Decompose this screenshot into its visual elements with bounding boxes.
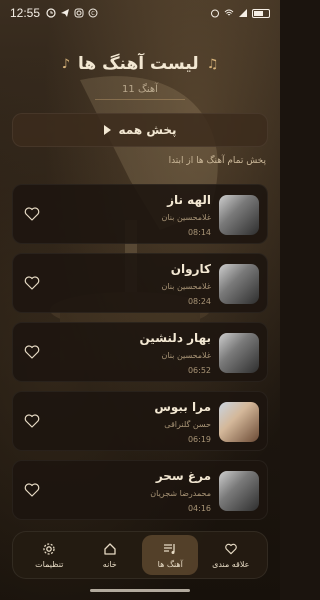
status-left: 12:55 C: [10, 6, 98, 20]
heart-icon[interactable]: [23, 205, 41, 223]
heart-icon[interactable]: [23, 343, 41, 361]
heart-icon: [224, 543, 237, 554]
song-title: الهه ناز: [167, 193, 211, 207]
heart-icon[interactable]: [23, 412, 41, 430]
alarm-icon: [46, 8, 56, 18]
song-artist: غلامحسین بنان: [161, 282, 211, 291]
song-artist: غلامحسین بنان: [161, 213, 211, 222]
page-header: ♪ لیست آهنگ ها ♫ 11 آهنگ: [0, 54, 280, 100]
bottom-nav: تنظیمات خانه آهنگ ها علاقه مندی: [12, 531, 268, 579]
status-bar: 12:55 C: [0, 0, 280, 26]
status-right: [210, 8, 270, 18]
song-info: مرغ سحر محمدرضا شجریان 04:16: [150, 469, 211, 513]
nav-settings-label: تنظیمات: [35, 559, 64, 569]
song-count: 11 آهنگ: [122, 84, 158, 95]
status-time: 12:55: [10, 6, 41, 20]
gear-icon: [43, 542, 55, 555]
title-row: ♪ لیست آهنگ ها ♫: [0, 54, 280, 74]
music-note-icon-left: ♫: [206, 56, 219, 72]
nav-songs[interactable]: آهنگ ها: [142, 535, 199, 575]
song-card[interactable]: الهه ناز غلامحسین بنان 08:14: [12, 184, 268, 244]
song-info: بهار دلنشین غلامحسین بنان 06:52: [140, 331, 212, 375]
battery-icon: [252, 8, 270, 18]
song-info: الهه ناز غلامحسین بنان 08:14: [161, 193, 211, 237]
nav-songs-label: آهنگ ها: [157, 559, 183, 569]
song-list: الهه ناز غلامحسین بنان 08:14 کاروان غلام…: [12, 184, 268, 529]
nav-home[interactable]: خانه: [82, 535, 138, 575]
play-icon: [103, 125, 111, 135]
song-duration: 08:24: [187, 297, 211, 306]
page-title: لیست آهنگ ها: [78, 54, 199, 74]
nav-settings[interactable]: تنظیمات: [21, 535, 77, 575]
signal-icon: [239, 9, 247, 17]
song-card[interactable]: بهار دلنشین غلامحسین بنان 06:52: [12, 322, 268, 382]
nav-home-label: خانه: [102, 559, 117, 569]
nav-favorites-label: علاقه مندی: [212, 559, 250, 569]
wifi-icon: [224, 9, 234, 16]
play-all-label: پخش همه: [118, 123, 177, 137]
song-card[interactable]: مرا ببوس حسن گلنراقی 06:19: [12, 391, 268, 451]
music-note-icon-right: ♪: [61, 56, 71, 72]
telegram-icon: [61, 9, 70, 17]
alarm-clock-icon: [211, 9, 219, 18]
play-all-button[interactable]: پخش همه: [12, 113, 268, 147]
song-title: بهار دلنشین: [139, 331, 212, 345]
instagram-icon: [74, 8, 84, 18]
playlist-icon: [164, 543, 175, 554]
artist-thumbnail: [219, 402, 259, 442]
song-artist: غلامحسین بنان: [161, 351, 211, 360]
artist-thumbnail: [219, 195, 259, 235]
divider: [95, 99, 185, 100]
song-artist: حسن گلنراقی: [164, 420, 211, 429]
song-title: مرغ سحر: [155, 469, 211, 483]
song-title: مرا ببوس: [154, 400, 211, 414]
song-title: کاروان: [170, 262, 211, 276]
song-duration: 04:16: [187, 504, 211, 513]
play-all-hint: پخش تمام آهنگ ها از ابتدا: [168, 156, 266, 166]
song-card[interactable]: مرغ سحر محمدرضا شجریان 04:16: [12, 460, 268, 520]
song-duration: 06:19: [187, 435, 211, 444]
artist-thumbnail: [219, 471, 259, 511]
artist-thumbnail: [219, 264, 259, 304]
song-duration: 08:14: [187, 228, 211, 237]
home-icon: [104, 542, 116, 555]
song-card[interactable]: کاروان غلامحسین بنان 08:24: [12, 253, 268, 313]
song-duration: 06:52: [187, 366, 211, 375]
copyright-icon: C: [88, 8, 98, 18]
song-info: مرا ببوس حسن گلنراقی 06:19: [154, 400, 211, 444]
nav-favorites[interactable]: علاقه مندی: [203, 535, 259, 575]
heart-icon[interactable]: [23, 274, 41, 292]
song-artist: محمدرضا شجریان: [150, 489, 211, 498]
heart-icon[interactable]: [23, 481, 41, 499]
artist-thumbnail: [219, 333, 259, 373]
svg-text:C: C: [91, 11, 95, 17]
notification-icons: C: [46, 8, 98, 18]
gesture-bar: [90, 589, 190, 592]
song-info: کاروان غلامحسین بنان 08:24: [161, 262, 211, 306]
